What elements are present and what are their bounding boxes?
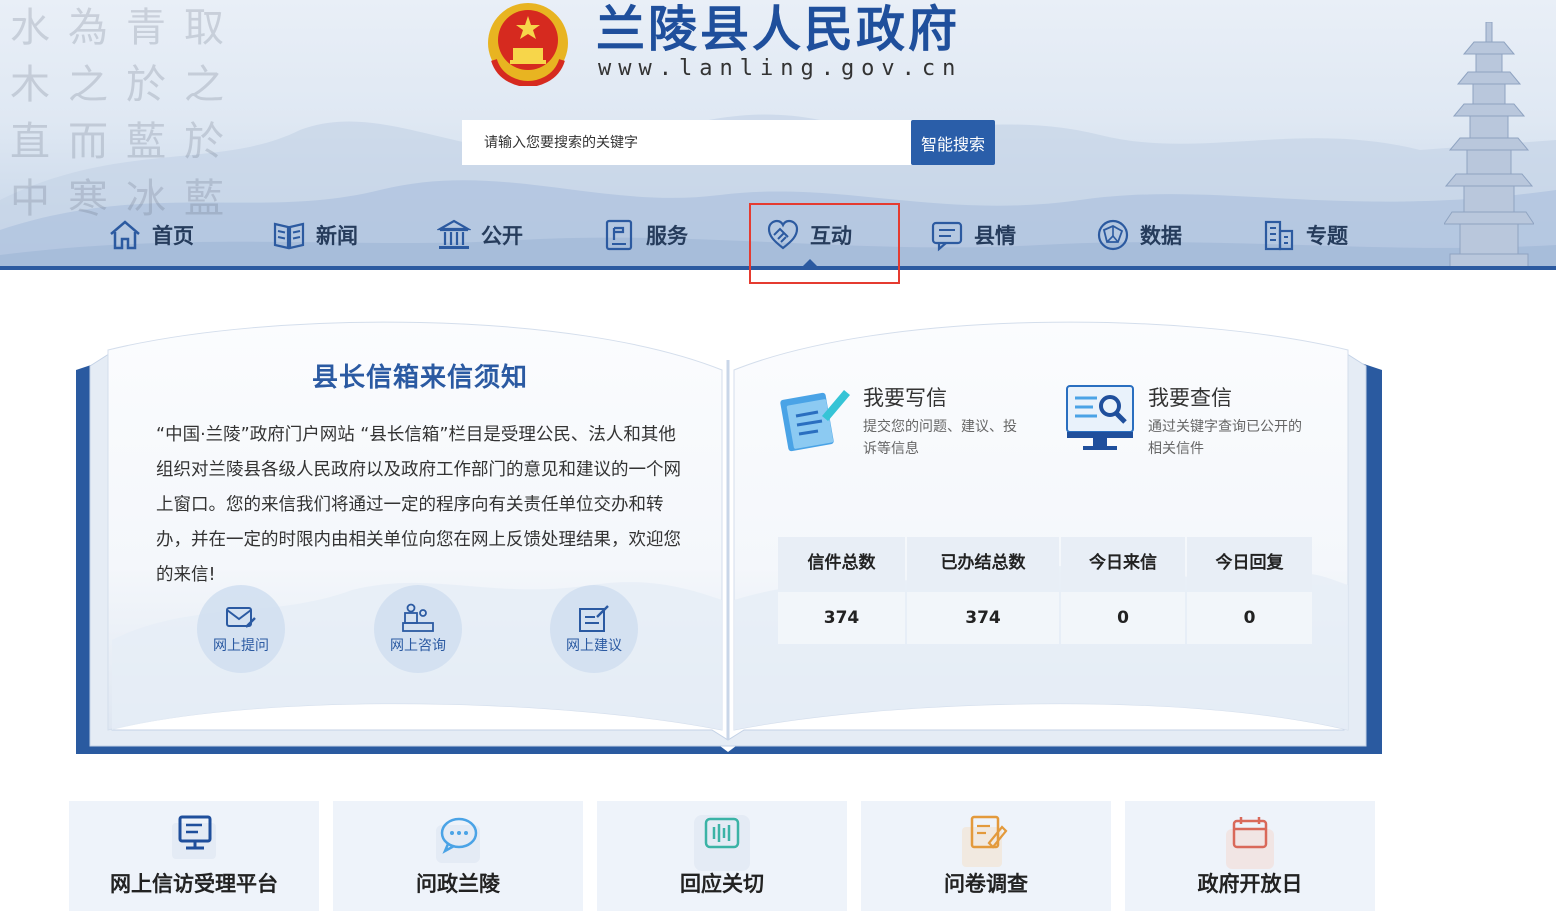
survey-edit-icon <box>962 815 1008 867</box>
city-icon <box>1264 220 1294 251</box>
stat-total: 信件总数 374 <box>778 537 905 644</box>
online-suggest-button[interactable]: 网上建议 <box>550 585 638 673</box>
stat-value: 0 <box>1061 592 1185 644</box>
nav-item-county[interactable]: 县情 <box>930 202 1016 268</box>
stat-today-replies: 今日回复 0 <box>1187 537 1312 644</box>
mail-edit-icon <box>226 607 256 628</box>
suggest-edit-icon <box>579 605 609 632</box>
online-consult-button[interactable]: 网上咨询 <box>374 585 462 673</box>
search-input[interactable] <box>462 120 912 165</box>
nav-label: 服务 <box>646 224 688 248</box>
smart-search-button[interactable]: 智能搜索 <box>911 120 995 165</box>
nav-highlight-box <box>749 203 900 284</box>
stat-label: 已办结总数 <box>907 537 1059 590</box>
notice-title: 县长信箱来信须知 <box>311 363 528 393</box>
bubble-label: 网上提问 <box>213 638 269 654</box>
stat-label: 信件总数 <box>778 537 905 590</box>
bubble-label: 网上建议 <box>566 638 622 654</box>
write-letter-icon <box>780 390 850 452</box>
consult-desk-icon <box>402 603 434 632</box>
newspaper-icon <box>273 222 305 250</box>
stat-label: 今日来信 <box>1061 537 1185 590</box>
query-letter-title: 我要查信 <box>1148 386 1232 410</box>
nav-item-home[interactable]: 首页 <box>108 202 194 268</box>
stat-value: 374 <box>778 592 905 644</box>
calendar-icon <box>1226 817 1274 869</box>
query-letter-desc: 通过关键字查询已公开的相关信件 <box>1148 419 1302 457</box>
nav-item-service[interactable]: 服务 <box>602 202 688 268</box>
site-url: www.lanling.gov.cn <box>598 56 963 81</box>
national-emblem-icon <box>488 3 568 86</box>
home-icon <box>110 220 140 250</box>
card-label: 回应关切 <box>680 872 764 896</box>
stat-label: 今日回复 <box>1187 537 1312 590</box>
bubble-label: 网上咨询 <box>390 638 446 654</box>
globe-data-icon <box>1097 219 1129 251</box>
service-doc-icon <box>605 219 633 251</box>
nav-label: 数据 <box>1140 224 1182 248</box>
stat-value: 0 <box>1187 592 1312 644</box>
calligraphy-decoration: 水為青取木之於之直而藍於中寒冰藍 <box>10 5 242 222</box>
query-letter-icon <box>1066 385 1134 450</box>
nav-label: 县情 <box>974 224 1016 248</box>
write-letter-desc: 提交您的问题、建议、投诉等信息 <box>863 419 1017 457</box>
audio-wave-icon <box>694 815 750 871</box>
chat-bubble-icon <box>436 817 480 863</box>
card-label: 问卷调查 <box>944 872 1028 896</box>
stat-completed: 已办结总数 374 <box>907 537 1059 644</box>
notice-text: “中国·兰陵”政府门户网站 “县长信箱”栏目是受理公民、法人和其他组织对兰陵县各… <box>156 425 681 585</box>
site-title: 兰陵县人民政府 <box>596 1 961 58</box>
query-letter-button[interactable]: 我要查信 通过关键字查询已公开的相关信件 <box>1063 380 1323 470</box>
nav-label: 专题 <box>1306 224 1348 248</box>
card-label: 问政兰陵 <box>416 872 500 896</box>
card-label: 政府开放日 <box>1197 872 1303 896</box>
stat-value: 374 <box>907 592 1059 644</box>
nav-item-news[interactable]: 新闻 <box>272 202 358 268</box>
nav-item-public[interactable]: 公开 <box>437 202 523 268</box>
nav-label: 新闻 <box>316 224 358 248</box>
chat-icon <box>931 221 963 252</box>
monitor-icon <box>172 815 216 859</box>
nav-label: 首页 <box>152 224 194 248</box>
nav-label: 公开 <box>481 224 523 248</box>
write-letter-title: 我要写信 <box>863 386 947 410</box>
write-letter-button[interactable]: 我要写信 提交您的问题、建议、投诉等信息 <box>778 380 1038 470</box>
card-label: 网上信访受理平台 <box>110 872 278 896</box>
nav-item-topics[interactable]: 专题 <box>1262 202 1348 268</box>
nav-item-data[interactable]: 数据 <box>1096 202 1182 268</box>
letter-stats-table: 信件总数 374 已办结总数 374 今日来信 0 今日回复 0 <box>778 537 1312 644</box>
online-question-button[interactable]: 网上提问 <box>197 585 285 673</box>
stat-today-letters: 今日来信 0 <box>1061 537 1185 644</box>
building-icon <box>437 219 471 249</box>
